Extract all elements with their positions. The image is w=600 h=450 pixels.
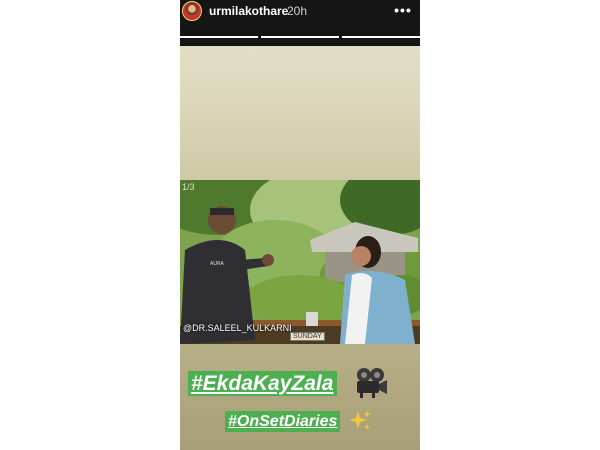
post-time: 20h: [287, 4, 308, 18]
progress-segment: [180, 36, 258, 38]
hashtag-onsetdiaries[interactable]: #OnSetDiaries: [225, 411, 341, 432]
progress-segment: [342, 36, 420, 38]
more-options-icon[interactable]: •••: [392, 1, 414, 19]
story-photo: AURA 1/3 @DR.SALEEL_KULKARNI SUNDAY: [180, 180, 420, 344]
svg-text:AURA: AURA: [210, 261, 225, 267]
mug-label: SUNDAY: [290, 332, 325, 341]
story-progress-bar: [180, 36, 420, 39]
photo-counter: 1/3: [182, 182, 195, 192]
sparkles-icon: [348, 409, 372, 433]
hashtag-ekdakayzala[interactable]: #EkdaKayZala: [188, 371, 338, 396]
movie-camera-icon: [352, 366, 388, 398]
story-header: urmilakothare 20h •••: [180, 0, 420, 46]
photo-credit: @DR.SALEEL_KULKARNI: [183, 323, 292, 333]
progress-fill: [342, 36, 420, 38]
username[interactable]: urmilakothare: [209, 4, 288, 18]
story-viewer[interactable]: urmilakothare 20h ••• AURA 1/3 @DR.SALEE…: [180, 0, 420, 450]
progress-segment: [261, 36, 339, 38]
photo-scene: AURA: [180, 180, 420, 344]
progress-fill: [261, 36, 339, 38]
progress-fill: [180, 36, 258, 38]
profile-avatar[interactable]: [182, 1, 202, 21]
